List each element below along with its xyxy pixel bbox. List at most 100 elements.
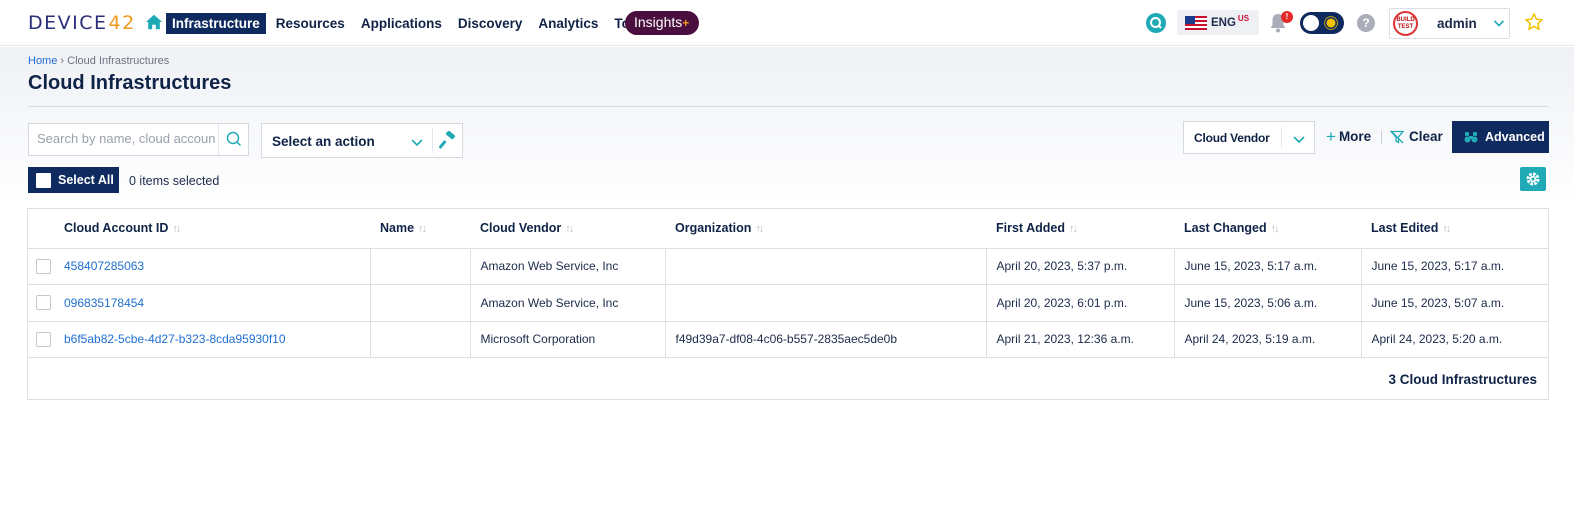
- help-icon[interactable]: ?: [1357, 14, 1375, 32]
- advanced-search-button[interactable]: Advanced: [1452, 121, 1549, 153]
- global-search-button[interactable]: [1146, 13, 1166, 33]
- cloud-vendor-cell: Amazon Web Service, Inc: [469, 284, 665, 322]
- column-header-cloud-account-id[interactable]: Cloud Account ID ↑↓: [64, 209, 370, 249]
- more-label: More: [1338, 129, 1372, 144]
- first-added-cell: April 20, 2023, 5:37 p.m.: [985, 248, 1174, 285]
- last-edited-cell: April 24, 2023, 5:20 a.m.: [1360, 321, 1548, 358]
- user-menu[interactable]: BUILD TEST admin: [1389, 8, 1510, 39]
- items-selected-count: 0 items selected: [129, 174, 220, 188]
- cloud-vendor-cell: Microsoft Corporation: [469, 321, 665, 358]
- home-icon[interactable]: [145, 13, 163, 31]
- cloud-account-link[interactable]: 096835178454: [64, 296, 144, 310]
- column-header-last-edited[interactable]: Last Edited ↑↓: [1361, 209, 1548, 249]
- advanced-label: Advanced: [1485, 130, 1545, 144]
- column-label: Cloud Account ID: [64, 221, 169, 236]
- action-divider: [432, 128, 433, 153]
- column-label: Last Changed: [1184, 221, 1267, 236]
- avatar: BUILD TEST: [1393, 11, 1418, 36]
- binoculars-icon: [1464, 132, 1478, 143]
- organization-cell: [664, 248, 986, 285]
- star-icon[interactable]: [1524, 12, 1544, 32]
- name-cell: [369, 321, 470, 358]
- sort-icon[interactable]: ↑↓: [418, 223, 427, 235]
- region-label: US: [1237, 14, 1250, 23]
- chevron-down-icon: [1493, 20, 1505, 27]
- cloud-vendor-cell: Amazon Web Service, Inc: [469, 248, 665, 285]
- language-selector[interactable]: ENG US: [1177, 10, 1259, 35]
- logo-number: 42: [108, 12, 136, 34]
- cloud-account-link[interactable]: 458407285063: [64, 259, 144, 273]
- column-header-name[interactable]: Name ↑↓: [370, 209, 470, 249]
- device42-logo[interactable]: DEVICE 42: [28, 12, 136, 34]
- cloud-vendor-filter[interactable]: Cloud Vendor: [1183, 121, 1315, 154]
- row-checkbox[interactable]: [36, 295, 51, 311]
- table-header-row: Cloud Account ID ↑↓ Name ↑↓ Cloud Vendor ↑↓…: [28, 209, 1548, 249]
- row-checkbox-cell: [28, 248, 64, 285]
- last-changed-cell: June 15, 2023, 5:17 a.m.: [1173, 248, 1361, 285]
- sort-icon[interactable]: ↑↓: [1442, 223, 1451, 235]
- sort-icon[interactable]: ↑↓: [565, 223, 574, 235]
- select-all-checkbox[interactable]: [36, 172, 51, 188]
- nav-item-discovery[interactable]: Discovery: [452, 13, 529, 34]
- nav-item-resources[interactable]: Resources: [270, 13, 351, 34]
- column-label: First Added: [996, 221, 1065, 236]
- action-select[interactable]: Select an action: [261, 123, 463, 158]
- search-icon: [1150, 17, 1162, 29]
- breadcrumb-home-link[interactable]: Home: [28, 55, 57, 67]
- table-row: 458407285063 Amazon Web Service, Inc Apr…: [28, 248, 1548, 285]
- clear-filters-button[interactable]: Clear: [1390, 129, 1443, 144]
- username-label: admin: [1437, 16, 1477, 31]
- search-input[interactable]: [37, 131, 215, 146]
- row-checkbox[interactable]: [36, 258, 51, 274]
- filter-separator: [1381, 131, 1382, 144]
- search-icon: [226, 131, 242, 147]
- column-label: Name: [380, 221, 415, 236]
- row-checkbox-cell: [28, 321, 64, 358]
- language-label: ENG: [1211, 16, 1236, 29]
- plus-icon: +: [1326, 126, 1336, 146]
- first-added-cell: April 20, 2023, 6:01 p.m.: [985, 284, 1174, 322]
- column-header-last-changed[interactable]: Last Changed ↑↓: [1174, 209, 1361, 249]
- theme-toggle[interactable]: [1300, 12, 1344, 34]
- last-edited-cell: June 15, 2023, 5:07 a.m.: [1360, 284, 1548, 322]
- nav-item-infrastructure[interactable]: Infrastructure: [166, 12, 266, 34]
- insights-button[interactable]: Insights+: [625, 11, 700, 35]
- main-nav: Infrastructure Resources Applications Di…: [166, 12, 659, 34]
- row-checkbox[interactable]: [36, 331, 51, 347]
- chevron-down-icon: [411, 139, 423, 147]
- notification-badge: !: [1281, 11, 1293, 23]
- gear-icon: [1526, 172, 1540, 186]
- filter-clear-icon: [1390, 130, 1405, 144]
- column-header-cloud-vendor[interactable]: Cloud Vendor ↑↓: [470, 209, 665, 249]
- breadcrumb-separator: ›: [60, 55, 65, 67]
- organization-cell: f49d39a7-df08-4c06-b557-2835aec5de0b: [664, 321, 986, 358]
- chevron-down-icon: [1293, 136, 1305, 144]
- toggle-knob: [1303, 15, 1319, 31]
- nav-item-applications[interactable]: Applications: [355, 13, 448, 34]
- sort-icon[interactable]: ↑↓: [1271, 223, 1280, 235]
- us-flag-icon: [1185, 15, 1207, 30]
- hammer-icon[interactable]: [439, 131, 457, 149]
- column-header-first-added[interactable]: First Added ↑↓: [986, 209, 1174, 249]
- column-label: Last Edited: [1371, 221, 1439, 236]
- sort-icon[interactable]: ↑↓: [172, 223, 181, 235]
- cloud-account-id-cell: b6f5ab82-5cbe-4d27-b323-8cda95930f10: [64, 321, 370, 358]
- column-label: Organization: [675, 221, 752, 236]
- breadcrumb-current: Cloud Infrastructures: [67, 55, 170, 67]
- column-header-organization[interactable]: Organization ↑↓: [665, 209, 986, 249]
- sun-icon: [1326, 18, 1336, 28]
- table-settings-button[interactable]: [1520, 167, 1546, 191]
- more-filters-button[interactable]: + More: [1326, 126, 1372, 146]
- select-all-label: Select All: [58, 173, 114, 187]
- page-title: Cloud Infrastructures: [28, 72, 232, 94]
- select-all-button[interactable]: Select All: [28, 167, 119, 193]
- header-divider: [28, 106, 1549, 107]
- record-count: 3 Cloud Infrastructures: [1388, 372, 1537, 387]
- sort-icon[interactable]: ↑↓: [755, 223, 764, 235]
- last-changed-cell: June 15, 2023, 5:06 a.m.: [1173, 284, 1361, 322]
- nav-item-analytics[interactable]: Analytics: [532, 13, 604, 34]
- search-button[interactable]: [218, 124, 248, 155]
- cloud-account-link[interactable]: b6f5ab82-5cbe-4d27-b323-8cda95930f10: [64, 332, 286, 346]
- sort-icon[interactable]: ↑↓: [1069, 223, 1078, 235]
- clear-label: Clear: [1409, 129, 1443, 144]
